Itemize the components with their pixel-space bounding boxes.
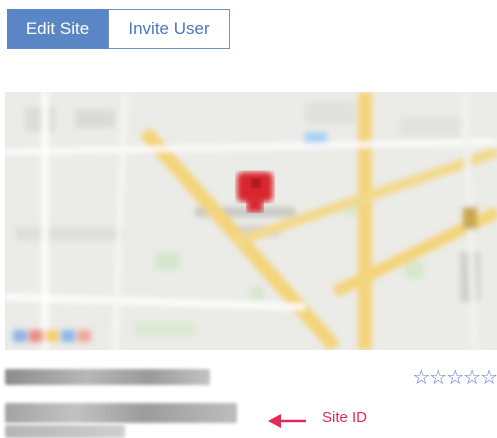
- site-id-redacted: [5, 403, 237, 423]
- edit-site-button[interactable]: Edit Site: [7, 9, 108, 49]
- map-canvas: [5, 92, 497, 350]
- invite-user-button[interactable]: Invite User: [108, 9, 230, 49]
- arrow-left-icon: [268, 414, 306, 428]
- site-map[interactable]: [5, 92, 497, 350]
- site-id-label: Site ID: [322, 409, 368, 426]
- site-id-redacted-line2: [5, 425, 125, 438]
- rating-stars[interactable]: ☆☆☆☆☆: [412, 365, 497, 389]
- site-name-redacted: [5, 369, 210, 385]
- site-toolbar: Edit Site Invite User: [7, 9, 230, 49]
- site-name-row: ☆☆☆☆☆: [5, 365, 497, 389]
